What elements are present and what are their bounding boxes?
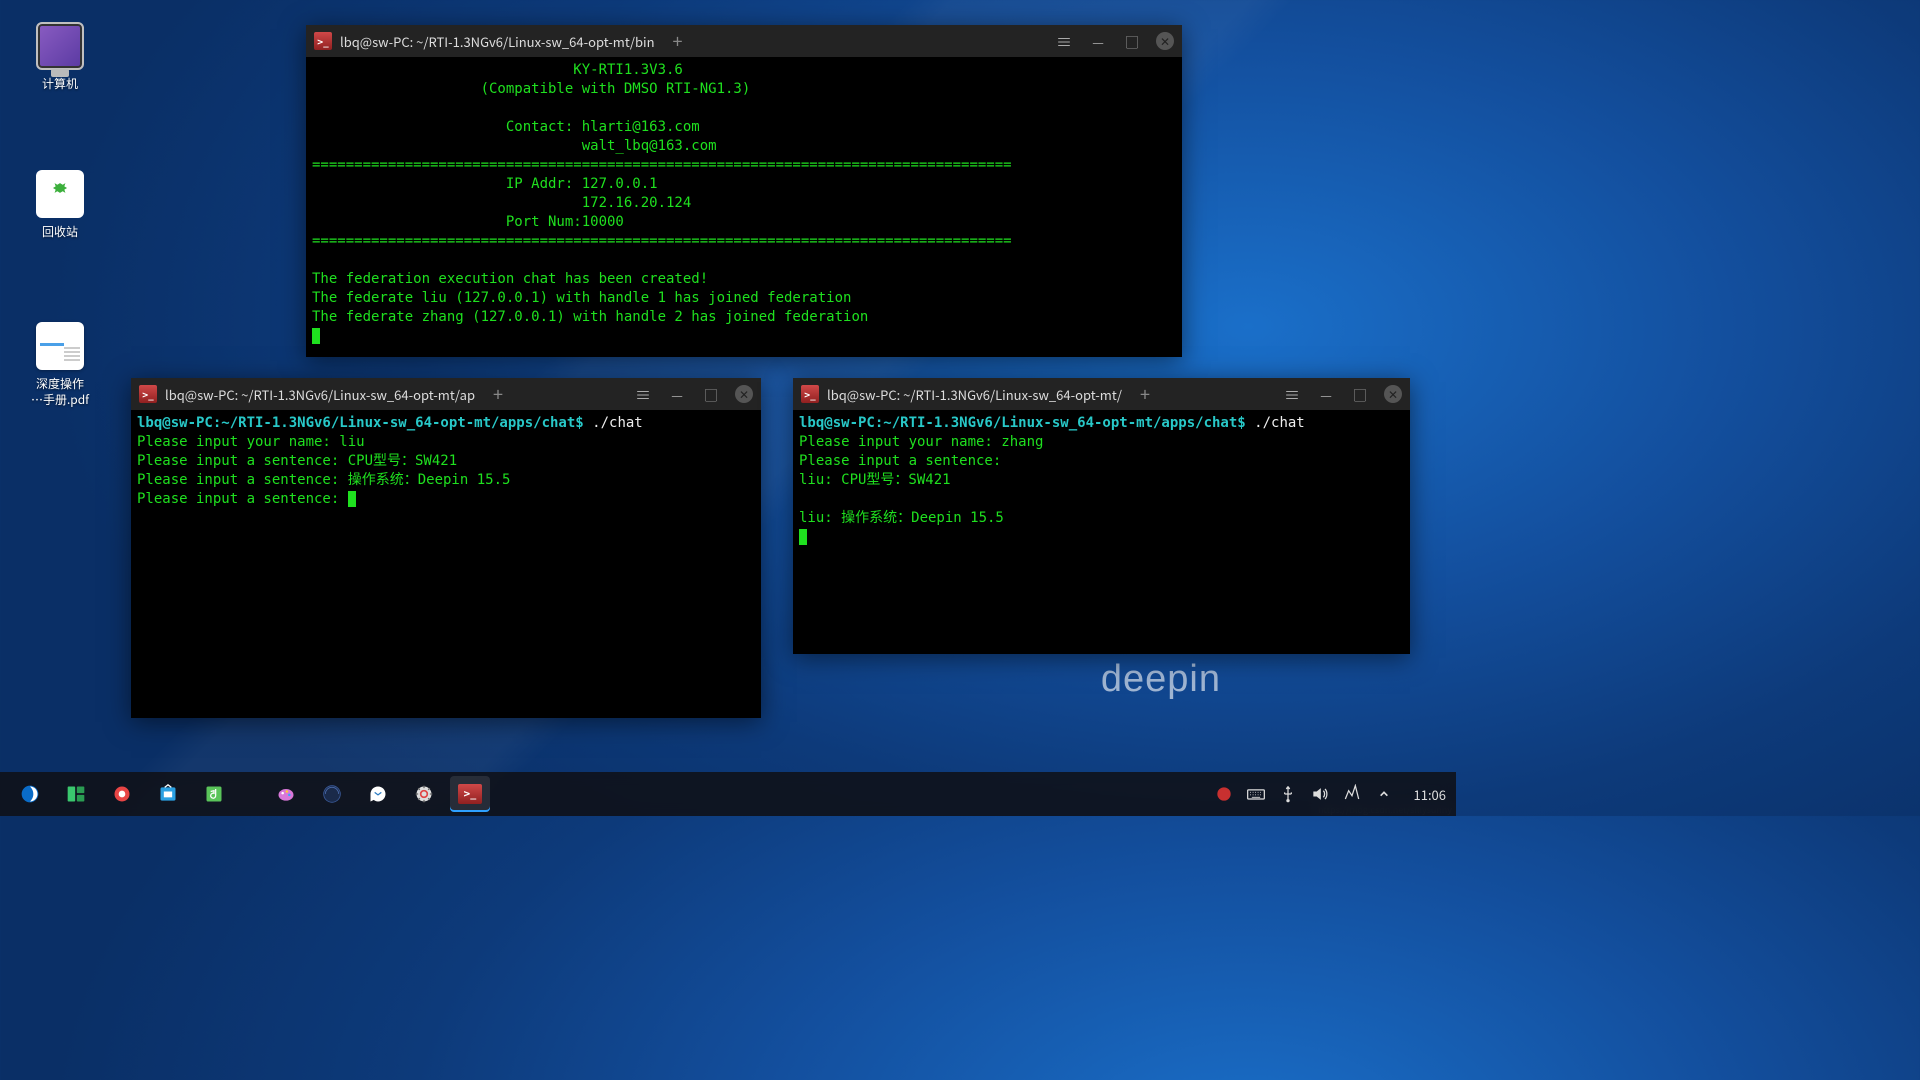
terminal-taskbar-icon[interactable]: >_: [450, 776, 490, 812]
desktop-icon-pdf[interactable]: 深度操作 …手册.pdf: [20, 322, 100, 407]
cursor: [348, 491, 356, 507]
terminal-window-rti[interactable]: >_ lbq@sw-PC: ~/RTI-1.3NGv6/Linux-sw_64-…: [306, 25, 1182, 357]
minimize-button[interactable]: —: [667, 384, 687, 404]
terminal-app-icon: >_: [314, 32, 332, 50]
terminal-output[interactable]: lbq@sw-PC:~/RTI-1.3NGv6/Linux-sw_64-opt-…: [793, 410, 1410, 654]
prompt-text: lbq@sw-PC:~/RTI-1.3NGv6/Linux-sw_64-opt-…: [799, 415, 1246, 431]
screen-recorder-icon[interactable]: [102, 776, 142, 812]
browser-icon[interactable]: [312, 776, 352, 812]
terminal-app-icon: >_: [139, 385, 157, 403]
sound-icon[interactable]: [1310, 784, 1330, 804]
pdf-icon: [36, 322, 84, 370]
close-button[interactable]: ✕: [735, 385, 753, 403]
keyboard-icon[interactable]: [1246, 784, 1266, 804]
window-menu-button[interactable]: ≡: [1054, 31, 1074, 51]
clock[interactable]: 11:06: [1406, 785, 1446, 804]
titlebar[interactable]: >_ lbq@sw-PC: ~/RTI-1.3NGv6/Linux-sw_64-…: [306, 25, 1182, 57]
terminal-text: Please input your name: liu Please input…: [137, 434, 510, 507]
window-title: lbq@sw-PC: ~/RTI-1.3NGv6/Linux-sw_64-opt…: [165, 385, 475, 404]
trash-icon: [36, 170, 84, 218]
desktop-icon-label: 深度操作 …手册.pdf: [20, 376, 100, 407]
terminal-text: KY-RTI1.3V3.6 (Compatible with DMSO RTI-…: [312, 62, 1012, 325]
brand-watermark: deepin: [1101, 658, 1221, 701]
terminal-output[interactable]: KY-RTI1.3V3.6 (Compatible with DMSO RTI-…: [306, 57, 1182, 357]
desktop-icon-label: 计算机: [20, 76, 100, 92]
titlebar[interactable]: >_ lbq@sw-PC: ~/RTI-1.3NGv6/Linux-sw_64-…: [793, 378, 1410, 410]
multitask-icon[interactable]: [56, 776, 96, 812]
monitor-icon: [36, 22, 84, 70]
cursor: [312, 328, 320, 344]
taskbar[interactable]: >_ 11:06: [0, 772, 1456, 816]
network-icon[interactable]: [1342, 784, 1362, 804]
minimize-button[interactable]: —: [1316, 384, 1336, 404]
close-button[interactable]: ✕: [1384, 385, 1402, 403]
command-text: ./chat: [1246, 415, 1305, 431]
minimize-button[interactable]: —: [1088, 31, 1108, 51]
music-icon[interactable]: [194, 776, 234, 812]
window-menu-button[interactable]: ≡: [1282, 384, 1302, 404]
paint-icon[interactable]: [266, 776, 306, 812]
desktop-icon-label: 回收站: [20, 224, 100, 240]
settings-icon[interactable]: [404, 776, 444, 812]
terminal-text: Please input your name: zhang Please inp…: [799, 434, 1043, 526]
maximize-button[interactable]: ▢: [1350, 384, 1370, 404]
new-tab-button[interactable]: +: [493, 381, 503, 407]
terminal-output[interactable]: lbq@sw-PC:~/RTI-1.3NGv6/Linux-sw_64-opt-…: [131, 410, 761, 718]
desktop-icon-computer[interactable]: 计算机: [20, 22, 100, 92]
launcher-icon[interactable]: [10, 776, 50, 812]
terminal-window-chat-liu[interactable]: >_ lbq@sw-PC: ~/RTI-1.3NGv6/Linux-sw_64-…: [131, 378, 761, 718]
titlebar[interactable]: >_ lbq@sw-PC: ~/RTI-1.3NGv6/Linux-sw_64-…: [131, 378, 761, 410]
new-tab-button[interactable]: +: [1140, 381, 1150, 407]
maximize-button[interactable]: ▢: [1122, 31, 1142, 51]
close-button[interactable]: ✕: [1156, 32, 1174, 50]
maximize-button[interactable]: ▢: [701, 384, 721, 404]
tray-chevron-icon[interactable]: [1374, 784, 1394, 804]
tray-app-icon[interactable]: [1214, 784, 1234, 804]
new-tab-button[interactable]: +: [673, 28, 683, 54]
terminal-window-chat-zhang[interactable]: >_ lbq@sw-PC: ~/RTI-1.3NGv6/Linux-sw_64-…: [793, 378, 1410, 654]
app-store-icon[interactable]: [148, 776, 188, 812]
terminal-app-icon: >_: [801, 385, 819, 403]
window-title: lbq@sw-PC: ~/RTI-1.3NGv6/Linux-sw_64-opt…: [340, 32, 655, 51]
window-title: lbq@sw-PC: ~/RTI-1.3NGv6/Linux-sw_64-opt…: [827, 385, 1122, 404]
system-tray: 11:06: [1214, 784, 1446, 804]
command-text: ./chat: [584, 415, 643, 431]
desktop-icon-trash[interactable]: 回收站: [20, 170, 100, 240]
prompt-text: lbq@sw-PC:~/RTI-1.3NGv6/Linux-sw_64-opt-…: [137, 415, 584, 431]
window-menu-button[interactable]: ≡: [633, 384, 653, 404]
mail-icon[interactable]: [358, 776, 398, 812]
usb-icon[interactable]: [1278, 784, 1298, 804]
cursor: [799, 529, 807, 545]
